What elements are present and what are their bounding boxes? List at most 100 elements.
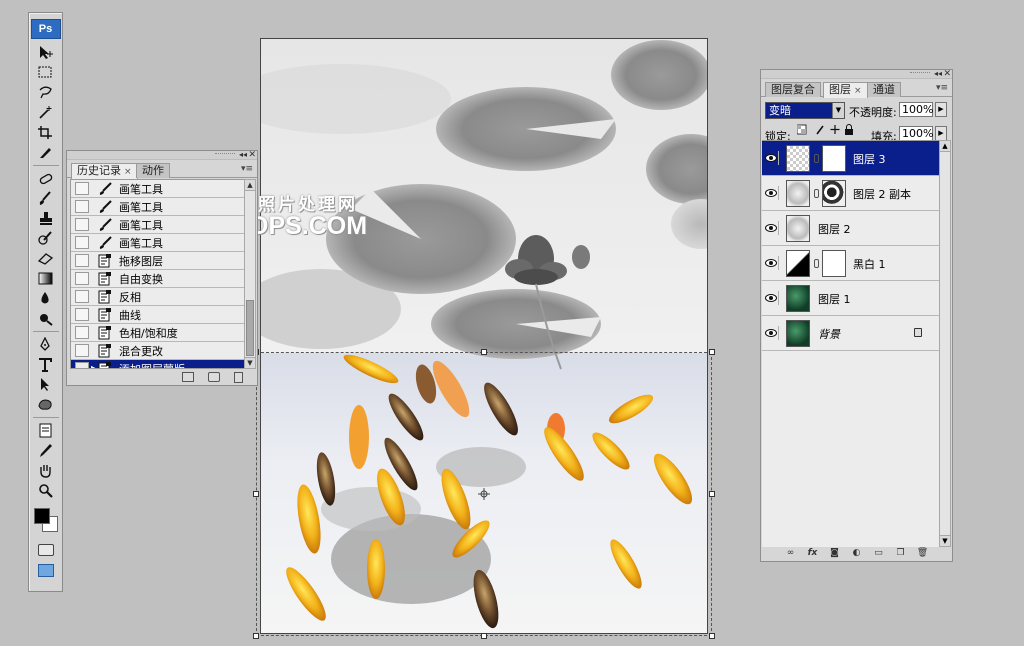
history-state[interactable]: 曲线	[71, 306, 245, 324]
type-tool-icon[interactable]	[34, 355, 58, 374]
layer-mask-thumbnail[interactable]	[822, 145, 846, 172]
adjustment-layer-icon[interactable]: ◐	[850, 548, 864, 558]
transform-handle[interactable]	[709, 633, 715, 639]
layer-name[interactable]: 图层 3	[853, 151, 886, 167]
clone-stamp-icon[interactable]	[34, 209, 58, 228]
link-layers-icon[interactable]: ∞	[784, 548, 798, 558]
new-document-from-state-icon[interactable]	[182, 372, 194, 382]
lock-position-icon[interactable]	[830, 125, 840, 134]
magic-wand-icon[interactable]	[34, 103, 58, 122]
add-mask-icon[interactable]: ◙	[828, 548, 842, 558]
history-snapshot-checkbox[interactable]	[75, 290, 89, 303]
photoshop-logo[interactable]: Ps	[30, 19, 61, 39]
mask-link-icon[interactable]	[814, 189, 819, 198]
opacity-field[interactable]: 100%	[899, 102, 933, 117]
tab-close-icon[interactable]: ×	[124, 167, 132, 177]
transform-handle[interactable]	[481, 633, 487, 639]
lock-transparent-icon[interactable]	[797, 124, 807, 135]
layer-thumbnail[interactable]	[786, 145, 810, 172]
snapshot-icon[interactable]	[208, 372, 220, 382]
tab-actions[interactable]: 动作	[136, 163, 170, 178]
blur-tool-icon[interactable]	[34, 289, 58, 308]
layer-row[interactable]: 黑白 1	[762, 246, 940, 281]
crop-tool-icon[interactable]	[34, 123, 58, 142]
layer-thumbnail[interactable]	[786, 180, 810, 207]
layer-name[interactable]: 图层 2 副本	[853, 186, 911, 202]
layer-name[interactable]: 图层 2	[818, 221, 851, 237]
transform-handle[interactable]	[709, 491, 715, 497]
path-select-icon[interactable]	[34, 375, 58, 394]
panel-titlebar[interactable]: ◂◂ ✕	[761, 70, 952, 79]
trash-icon[interactable]	[234, 371, 243, 383]
layer-row[interactable]: 图层 1	[762, 281, 940, 316]
gradient-tool-icon[interactable]	[34, 269, 58, 288]
tab-channels[interactable]: 通道	[867, 82, 901, 97]
history-state[interactable]: 画笔工具	[71, 216, 245, 234]
close-icon[interactable]: ✕	[248, 151, 256, 160]
panel-menu-icon[interactable]: ▾≡	[241, 164, 253, 174]
lock-image-icon[interactable]	[816, 125, 824, 135]
layer-name[interactable]: 背景	[818, 326, 840, 342]
tab-layers[interactable]: 图层 ×	[823, 82, 868, 98]
tab-layer-comps[interactable]: 图层复合	[765, 82, 821, 97]
visibility-eye-icon[interactable]	[765, 221, 779, 235]
quick-mask-icon[interactable]	[37, 544, 54, 556]
history-snapshot-checkbox[interactable]	[75, 272, 89, 285]
history-snapshot-checkbox[interactable]	[75, 218, 89, 231]
visibility-eye-icon[interactable]	[765, 186, 779, 200]
scroll-up-icon[interactable]: ▲	[245, 180, 255, 191]
layers-scrollbar[interactable]: ▲ ▼	[939, 140, 951, 547]
tab-history[interactable]: 历史记录 ×	[71, 163, 138, 179]
history-snapshot-checkbox[interactable]	[75, 236, 89, 249]
transform-handle[interactable]	[253, 633, 259, 639]
scroll-thumb[interactable]	[246, 300, 254, 356]
foreground-color[interactable]	[33, 508, 50, 524]
layer-name[interactable]: 黑白 1	[853, 256, 886, 272]
history-state[interactable]: 反相	[71, 288, 245, 306]
marquee-tool-icon[interactable]	[34, 63, 58, 82]
history-snapshot-checkbox[interactable]	[75, 308, 89, 321]
layer-row[interactable]: 背景	[762, 316, 940, 351]
fx-icon[interactable]: fx	[806, 548, 820, 558]
close-icon[interactable]: ✕	[943, 70, 951, 79]
layer-row[interactable]: 图层 3	[762, 141, 940, 176]
lasso-tool-icon[interactable]	[34, 83, 58, 102]
brush-tool-icon[interactable]	[34, 189, 58, 208]
opacity-slider-icon[interactable]: ▶	[935, 102, 947, 117]
eyedropper-icon[interactable]	[34, 441, 58, 460]
fill-slider-icon[interactable]: ▶	[935, 126, 947, 141]
layer-name[interactable]: 图层 1	[818, 291, 851, 307]
slice-tool-icon[interactable]	[34, 143, 58, 162]
history-snapshot-checkbox[interactable]	[75, 182, 89, 195]
notes-tool-icon[interactable]	[34, 421, 58, 440]
blend-mode-select[interactable]: 变暗 ▼	[765, 102, 845, 119]
mask-link-icon[interactable]	[814, 259, 819, 268]
transform-handle[interactable]	[709, 349, 715, 355]
layer-thumbnail[interactable]	[786, 320, 810, 347]
history-state[interactable]: 色相/饱和度	[71, 324, 245, 342]
history-state[interactable]: 自由变换	[71, 270, 245, 288]
layer-mask-thumbnail[interactable]	[822, 180, 846, 207]
zoom-tool-icon[interactable]	[34, 481, 58, 500]
collapse-icon[interactable]: ◂◂	[934, 70, 942, 78]
visibility-eye-icon[interactable]	[765, 326, 779, 340]
panel-menu-icon[interactable]: ▾≡	[936, 83, 948, 93]
mask-link-icon[interactable]	[814, 154, 819, 163]
history-snapshot-checkbox[interactable]	[75, 362, 89, 368]
history-state[interactable]: 混合更改	[71, 342, 245, 360]
transform-handle[interactable]	[253, 491, 259, 497]
pen-tool-icon[interactable]	[34, 335, 58, 354]
history-brush-icon[interactable]	[34, 229, 58, 248]
scroll-up-icon[interactable]: ▲	[940, 141, 950, 152]
screen-mode-icon[interactable]	[37, 564, 54, 577]
tab-close-icon[interactable]: ×	[854, 86, 862, 96]
layer-thumbnail[interactable]	[786, 215, 810, 242]
transform-handle[interactable]	[481, 349, 487, 355]
visibility-eye-icon[interactable]	[765, 256, 779, 270]
new-group-icon[interactable]: ▭	[872, 548, 886, 558]
eraser-tool-icon[interactable]	[34, 249, 58, 268]
history-state[interactable]: 画笔工具	[71, 198, 245, 216]
history-state[interactable]: 画笔工具	[71, 180, 245, 198]
panel-titlebar[interactable]: ◂◂ ✕	[67, 151, 257, 160]
new-layer-icon[interactable]: ❐	[894, 548, 908, 558]
